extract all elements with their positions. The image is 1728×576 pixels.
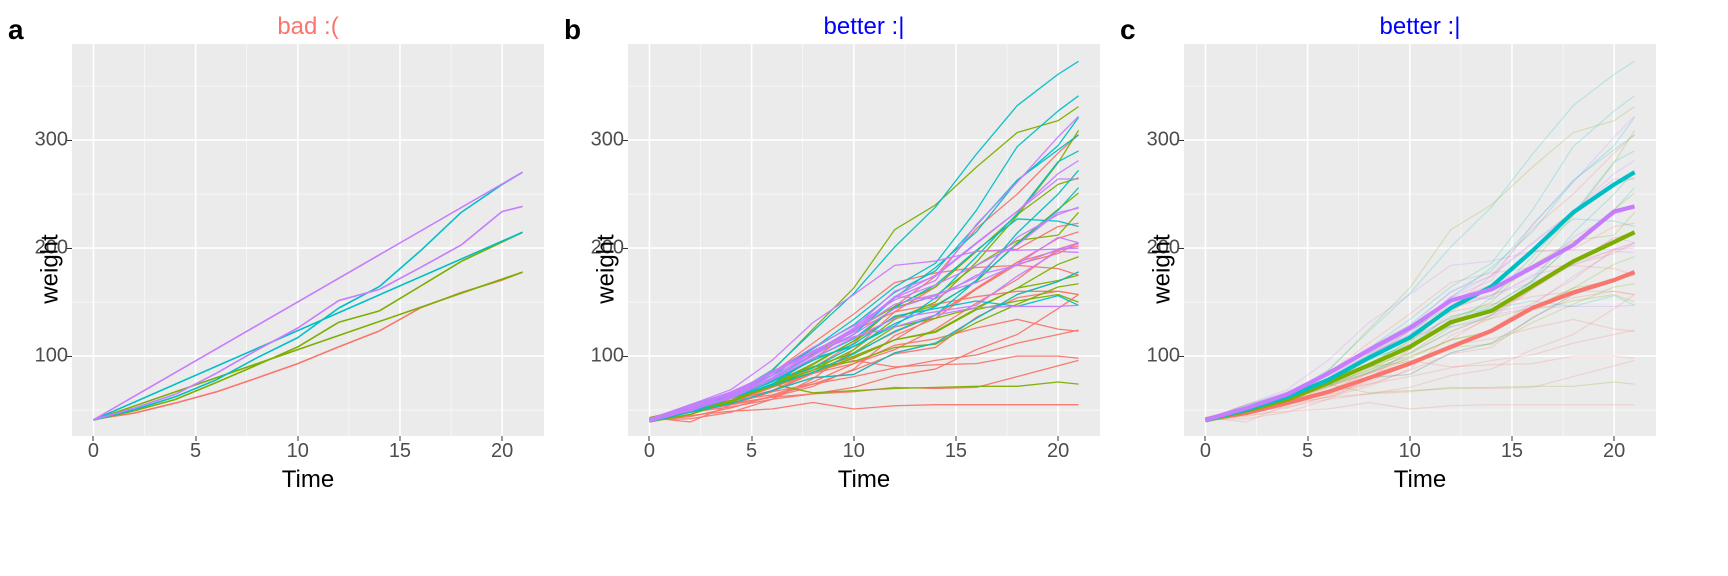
- panel-title: better :|: [1184, 10, 1656, 44]
- panel-label: a: [8, 14, 24, 46]
- x-tick-label: 5: [190, 440, 201, 463]
- panel-c: cbetter :|10020030005101520weightTime: [1112, 10, 1668, 494]
- plot-box: 10020030005101520weightTime: [72, 44, 544, 494]
- y-tick-label: 300: [8, 129, 68, 152]
- y-axis-label: weight: [593, 234, 621, 303]
- x-tick-label: 0: [88, 440, 99, 463]
- plot-svg: [1184, 44, 1656, 436]
- plot-box: 10020030005101520weightTime: [628, 44, 1100, 494]
- plot-area: [72, 44, 544, 436]
- plot-area: [1184, 44, 1656, 436]
- x-axis-label: Time: [1184, 466, 1656, 494]
- x-tick-label: 15: [389, 440, 411, 463]
- plot-box: 10020030005101520weightTime: [1184, 44, 1656, 494]
- x-tick-label: 10: [287, 440, 309, 463]
- x-tick-label: 20: [1047, 440, 1069, 463]
- panel-a: abad :(10020030005101520weightTime: [0, 10, 556, 494]
- x-tick-label: 15: [945, 440, 967, 463]
- y-axis-label: weight: [37, 234, 65, 303]
- panel-label: b: [564, 14, 581, 46]
- plot-svg: [628, 44, 1100, 436]
- y-axis-label: weight: [1149, 234, 1177, 303]
- figure: abad :(10020030005101520weightTimebbette…: [0, 0, 1728, 576]
- x-axis-label: Time: [628, 466, 1100, 494]
- y-tick-label: 100: [1120, 345, 1180, 368]
- x-tick-label: 5: [1302, 440, 1313, 463]
- x-tick-label: 15: [1501, 440, 1523, 463]
- x-axis-label: Time: [72, 466, 544, 494]
- plot-area: [628, 44, 1100, 436]
- x-tick-label: 20: [491, 440, 513, 463]
- panel-b: bbetter :|10020030005101520weightTime: [556, 10, 1112, 494]
- panel-title: bad :(: [72, 10, 544, 44]
- y-tick-label: 100: [564, 345, 624, 368]
- y-tick-label: 300: [1120, 129, 1180, 152]
- x-tick-label: 0: [644, 440, 655, 463]
- x-tick-label: 5: [746, 440, 757, 463]
- x-tick-label: 0: [1200, 440, 1211, 463]
- y-tick-label: 300: [564, 129, 624, 152]
- plot-svg: [72, 44, 544, 436]
- panel-label: c: [1120, 14, 1136, 46]
- y-tick-label: 100: [8, 345, 68, 368]
- x-tick-label: 10: [843, 440, 865, 463]
- x-tick-label: 10: [1399, 440, 1421, 463]
- panel-title: better :|: [628, 10, 1100, 44]
- x-tick-label: 20: [1603, 440, 1625, 463]
